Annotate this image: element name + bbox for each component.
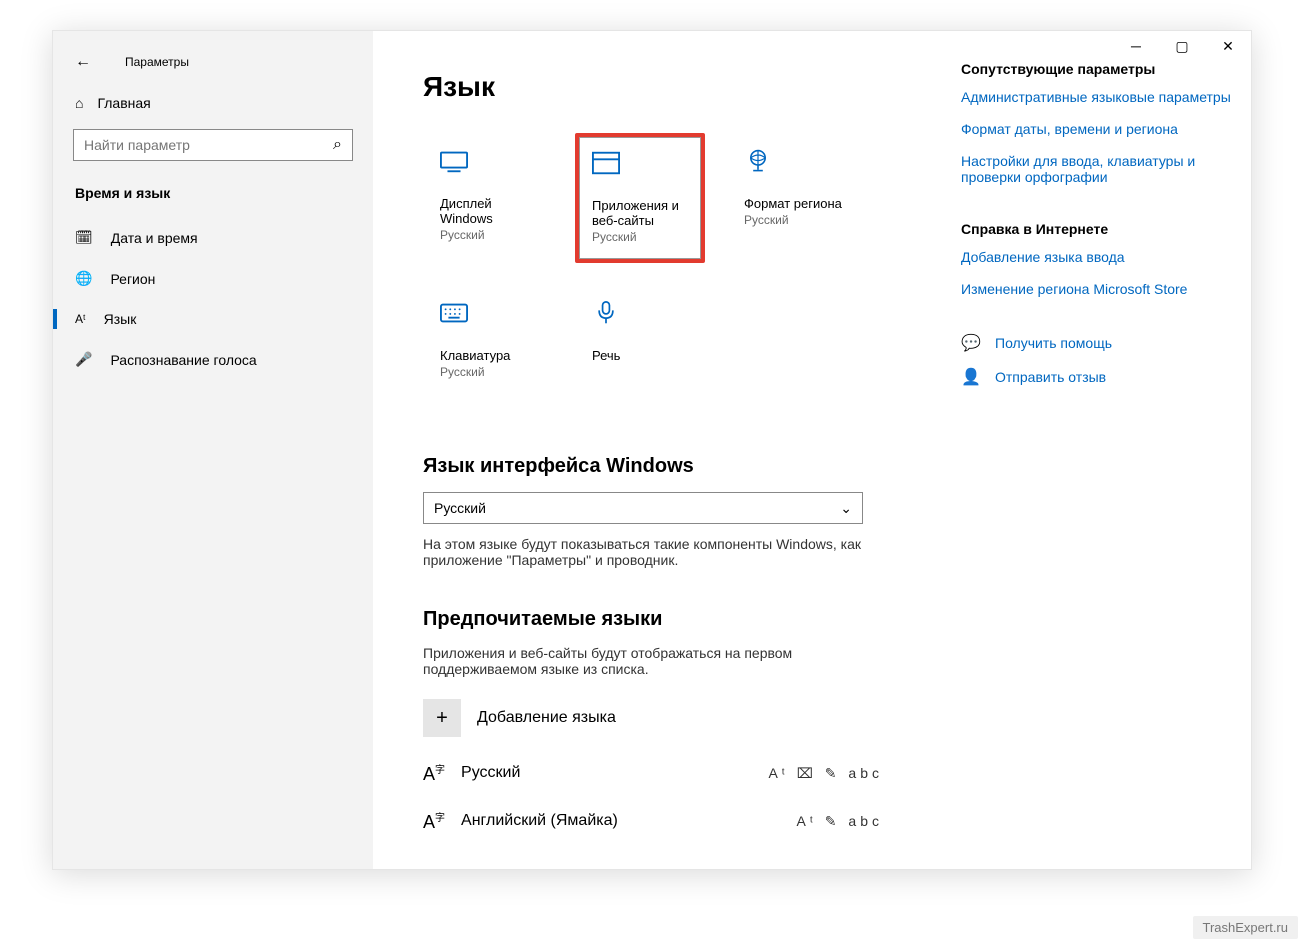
back-button[interactable]: ← xyxy=(75,53,91,71)
sidebar-item-label: Язык xyxy=(104,311,137,327)
add-language-label: Добавление языка xyxy=(477,709,616,727)
keyboard-icon xyxy=(440,300,542,340)
main-content: Язык Дисплей Windows Русский Приложения … xyxy=(373,31,961,869)
language-feature-icons: Aᵗ ⌧ ✎ abc xyxy=(768,765,883,782)
language-icon: Aᵗ xyxy=(75,312,86,326)
link-admin-lang[interactable]: Административные языковые параметры xyxy=(961,89,1231,105)
language-name: Английский (Ямайка) xyxy=(461,812,618,830)
feedback-icon: 👤 xyxy=(961,367,979,387)
maximize-button[interactable]: ▢ xyxy=(1159,31,1205,61)
sidebar-item-speech[interactable]: 🎤 Распознавание голоса xyxy=(53,339,373,380)
feedback-link[interactable]: Отправить отзыв xyxy=(995,369,1106,385)
help-heading: Справка в Интернете xyxy=(961,221,1231,237)
sidebar-item-label: Дата и время xyxy=(111,230,198,246)
link-change-store-region[interactable]: Изменение региона Microsoft Store xyxy=(961,281,1231,297)
interface-lang-desc: На этом языке будут показываться такие к… xyxy=(423,536,883,568)
sidebar-item-language[interactable]: Aᵗ Язык xyxy=(53,299,373,339)
tile-label: Речь xyxy=(592,348,694,363)
language-row-russian[interactable]: A字 Русский Aᵗ ⌧ ✎ abc xyxy=(423,749,883,797)
preferred-langs-desc: Приложения и веб-сайты будут отображатьс… xyxy=(423,645,883,677)
close-button[interactable]: ✕ xyxy=(1205,31,1251,61)
language-name: Русский xyxy=(461,764,520,782)
plus-icon: + xyxy=(423,699,461,737)
sidebar-item-label: Регион xyxy=(110,271,155,287)
tile-keyboard[interactable]: Клавиатура Русский xyxy=(423,285,553,415)
section-interface-lang: Язык интерфейса Windows xyxy=(423,455,911,478)
link-date-format[interactable]: Формат даты, времени и региона xyxy=(961,121,1231,137)
globe-icon: 🌐 xyxy=(75,270,92,287)
select-value: Русский xyxy=(434,500,486,516)
tile-speech[interactable]: Речь xyxy=(575,285,705,415)
tile-label: Приложения и веб-сайты xyxy=(592,198,692,228)
sidebar: ← Параметры ⌂ Главная ⌕ Время и язык 🗓 Д… xyxy=(53,31,373,869)
home-icon: ⌂ xyxy=(75,95,83,111)
sidebar-item-label: Распознавание голоса xyxy=(110,352,256,368)
tile-display[interactable]: Дисплей Windows Русский xyxy=(423,133,553,263)
tile-label: Клавиатура xyxy=(440,348,542,363)
tile-label: Формат региона xyxy=(744,196,846,211)
minimize-button[interactable]: ─ xyxy=(1113,31,1159,61)
get-help-link[interactable]: Получить помощь xyxy=(995,335,1112,351)
interface-lang-select[interactable]: Русский ⌄ xyxy=(423,492,863,524)
sidebar-group-title: Время и язык xyxy=(53,175,373,217)
page-title: Язык xyxy=(423,71,911,103)
section-preferred-langs: Предпочитаемые языки xyxy=(423,608,911,631)
globe-stand-icon xyxy=(744,148,846,188)
watermark: TrashExpert.ru xyxy=(1193,916,1299,939)
tile-sub: Русский xyxy=(744,213,846,227)
right-column: Сопутствующие параметры Административные… xyxy=(961,31,1251,869)
tile-sub: Русский xyxy=(592,230,692,244)
language-feature-icons: Aᵗ ✎ abc xyxy=(797,813,884,830)
add-language-row[interactable]: + Добавление языка xyxy=(423,687,883,749)
tile-sub: Русский xyxy=(440,365,542,379)
language-glyph-icon: A字 xyxy=(423,809,445,833)
sidebar-item-region[interactable]: 🌐 Регион xyxy=(53,258,373,299)
search-input[interactable]: ⌕ xyxy=(73,129,353,161)
language-row-english-jamaica[interactable]: A字 Английский (Ямайка) Aᵗ ✎ abc xyxy=(423,797,883,845)
tile-sub: Русский xyxy=(440,228,542,242)
help-icon: 💬 xyxy=(961,333,979,353)
sidebar-home-label: Главная xyxy=(97,95,150,111)
related-heading: Сопутствующие параметры xyxy=(961,61,1231,77)
search-icon: ⌕ xyxy=(333,136,342,154)
tile-label: Дисплей Windows xyxy=(440,196,542,226)
search-field[interactable] xyxy=(84,137,333,153)
tile-apps-websites[interactable]: Приложения и веб-сайты Русский xyxy=(575,133,705,263)
monitor-icon xyxy=(440,148,542,188)
get-help-row[interactable]: 💬 Получить помощь xyxy=(961,333,1231,353)
sidebar-home[interactable]: ⌂ Главная xyxy=(53,71,373,129)
feedback-row[interactable]: 👤 Отправить отзыв xyxy=(961,367,1231,387)
link-add-input-lang[interactable]: Добавление языка ввода xyxy=(961,249,1231,265)
link-input-settings[interactable]: Настройки для ввода, клавиатуры и провер… xyxy=(961,153,1231,185)
sidebar-item-date-time[interactable]: 🗓 Дата и время xyxy=(53,217,373,258)
tile-region-format[interactable]: Формат региона Русский xyxy=(727,133,857,263)
app-title: Параметры xyxy=(125,55,189,69)
calendar-icon: 🗓 xyxy=(75,229,93,246)
mic-icon xyxy=(592,300,694,340)
microphone-icon: 🎤 xyxy=(75,351,92,368)
language-glyph-icon: A字 xyxy=(423,761,445,785)
window-controls: ─ ▢ ✕ xyxy=(1113,31,1251,61)
chevron-down-icon: ⌄ xyxy=(840,500,852,517)
apps-icon xyxy=(592,150,692,190)
